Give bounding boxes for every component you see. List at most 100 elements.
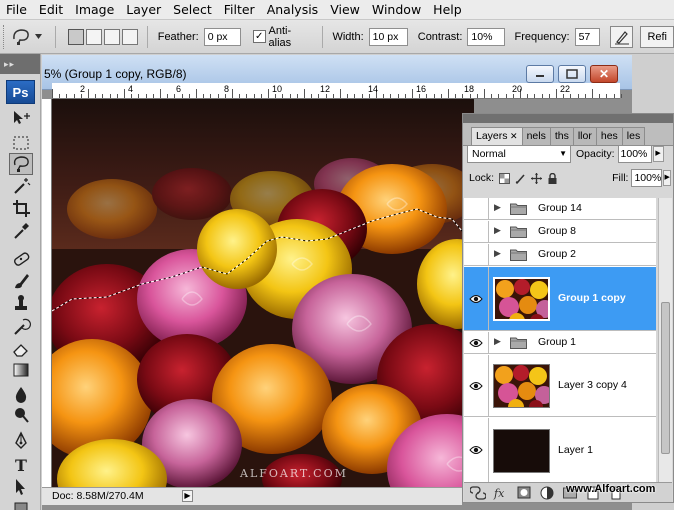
horizontal-ruler[interactable]: 2 4 6 8 10 12 14 16 18 20 22	[52, 83, 622, 99]
expand-group-icon[interactable]: ▶	[494, 202, 501, 213]
layers-scrollbar-thumb[interactable]	[661, 302, 670, 454]
opacity-slider-button[interactable]: ▶	[652, 146, 664, 162]
visibility-toggle[interactable]	[464, 418, 489, 482]
menu-edit[interactable]: Edit	[33, 0, 69, 20]
feather-input[interactable]: 0 px	[203, 27, 241, 46]
visibility-toggle[interactable]	[464, 221, 489, 242]
menu-view[interactable]: View	[324, 0, 366, 20]
eyedropper-tool-button[interactable]	[9, 220, 33, 242]
ruler-tick	[289, 94, 291, 98]
ruler-tick	[224, 94, 226, 98]
subtract-from-selection-button[interactable]	[103, 28, 120, 45]
magnetic-lasso-tool-button[interactable]	[9, 153, 33, 175]
svg-text:fx: fx	[493, 487, 505, 500]
frequency-input[interactable]: 57	[574, 27, 601, 46]
path-selection-button[interactable]	[9, 476, 33, 498]
lock-position-icon[interactable]	[531, 172, 543, 184]
menu-filter[interactable]: Filter	[218, 0, 261, 20]
options-separator	[321, 25, 323, 48]
gradient-tool-button[interactable]	[9, 359, 33, 381]
close-tab-icon[interactable]: ✕	[508, 131, 518, 141]
vertical-ruler[interactable]	[42, 99, 52, 487]
expand-group-icon[interactable]: ▶	[494, 248, 501, 259]
marquee-tool-button[interactable]	[9, 132, 33, 154]
opacity-input[interactable]: 100%	[617, 145, 652, 163]
clone-stamp-button[interactable]	[9, 293, 33, 315]
layer-row[interactable]: ▶ Group 14	[464, 198, 656, 220]
ruler-tick	[268, 89, 269, 98]
new-selection-button[interactable]	[67, 28, 84, 45]
visibility-toggle[interactable]	[464, 198, 489, 219]
lock-all-icon[interactable]	[547, 172, 558, 184]
pen-tool-button[interactable]	[9, 430, 33, 452]
layer-thumbnail	[493, 364, 550, 408]
maximize-button[interactable]	[558, 65, 586, 83]
menu-layer[interactable]: Layer	[120, 0, 167, 20]
layer-row[interactable]: Group 1 copy	[464, 267, 656, 331]
ruler-tick	[232, 89, 233, 98]
visibility-toggle[interactable]	[464, 355, 489, 416]
ruler-tick	[584, 94, 586, 98]
move-tool-button[interactable]	[9, 108, 33, 130]
history-brush-button[interactable]	[9, 316, 33, 338]
minimize-icon	[536, 75, 544, 77]
ruler-tick	[548, 94, 550, 98]
menu-window[interactable]: Window	[366, 0, 427, 20]
intersect-selection-button[interactable]	[121, 28, 138, 45]
shape-tool-button[interactable]	[9, 498, 33, 510]
refine-edge-button[interactable]: Refi	[640, 25, 674, 48]
move-tool-icon	[14, 111, 30, 124]
healing-brush-button[interactable]	[9, 248, 33, 270]
layer-style-button[interactable]: fx	[492, 485, 510, 501]
image-canvas[interactable]: ALFOART.COM	[52, 99, 474, 487]
layer-row[interactable]: Layer 3 copy 4	[464, 355, 656, 417]
width-input[interactable]: 10 px	[368, 27, 408, 46]
visibility-toggle[interactable]	[464, 244, 489, 265]
visibility-toggle[interactable]	[464, 332, 489, 353]
lock-row: Lock: Fill: 100% ▶	[467, 167, 671, 189]
blend-mode-select[interactable]: Normal ▼	[467, 145, 571, 163]
layers-panel-header[interactable]	[463, 114, 673, 123]
crop-tool-button[interactable]	[9, 197, 33, 219]
add-to-selection-button[interactable]	[85, 28, 102, 45]
menu-file[interactable]: File	[0, 0, 33, 20]
fill-slider-button[interactable]: ▶	[663, 170, 671, 186]
layer-row[interactable]: Layer 1	[464, 418, 656, 483]
eraser-tool-button[interactable]	[9, 338, 33, 360]
type-tool-button[interactable]: T	[9, 454, 33, 476]
tab-label: Layers	[476, 130, 508, 142]
image-watermark: ALFOART.COM	[239, 467, 348, 480]
pen-pressure-button[interactable]	[610, 25, 634, 48]
layer-row[interactable]: ▶ Group 2	[464, 244, 656, 266]
expand-group-icon[interactable]: ▶	[494, 225, 501, 236]
blur-tool-button[interactable]	[9, 384, 33, 406]
menu-analysis[interactable]: Analysis	[261, 0, 325, 20]
visibility-toggle[interactable]	[464, 267, 489, 330]
close-button[interactable]: ✕	[590, 65, 618, 83]
link-layers-button[interactable]	[469, 485, 487, 501]
contrast-input[interactable]: 10%	[467, 27, 505, 46]
layers-scrollbar[interactable]	[658, 198, 672, 483]
layer-row[interactable]: ▶ Group 8	[464, 221, 656, 243]
tools-panel-header[interactable]: ▸▸	[0, 54, 40, 74]
ruler-tick	[527, 94, 529, 98]
brush-tool-button[interactable]	[9, 270, 33, 292]
minimize-button[interactable]	[526, 65, 554, 83]
menu-image[interactable]: Image	[69, 0, 120, 20]
fill-input[interactable]: 100%	[631, 169, 663, 187]
status-menu-button[interactable]: ▶	[182, 490, 193, 502]
menu-select[interactable]: Select	[167, 0, 218, 20]
lock-pixels-icon[interactable]	[515, 172, 526, 184]
dodge-tool-button[interactable]	[9, 404, 33, 426]
adjustment-layer-button[interactable]	[538, 485, 556, 501]
ruler-label: 18	[464, 84, 475, 94]
antialias-checkbox[interactable]: ✓	[252, 30, 266, 43]
magic-wand-tool-button[interactable]	[9, 175, 33, 197]
menu-help[interactable]: Help	[427, 0, 468, 20]
layer-mask-button[interactable]	[515, 485, 533, 501]
lock-transparent-icon[interactable]	[499, 172, 511, 184]
tool-preset-picker[interactable]	[7, 25, 46, 49]
layer-row[interactable]: ▶ Group 1	[464, 332, 656, 354]
ruler-tick	[397, 94, 399, 98]
expand-group-icon[interactable]: ▶	[494, 336, 501, 347]
